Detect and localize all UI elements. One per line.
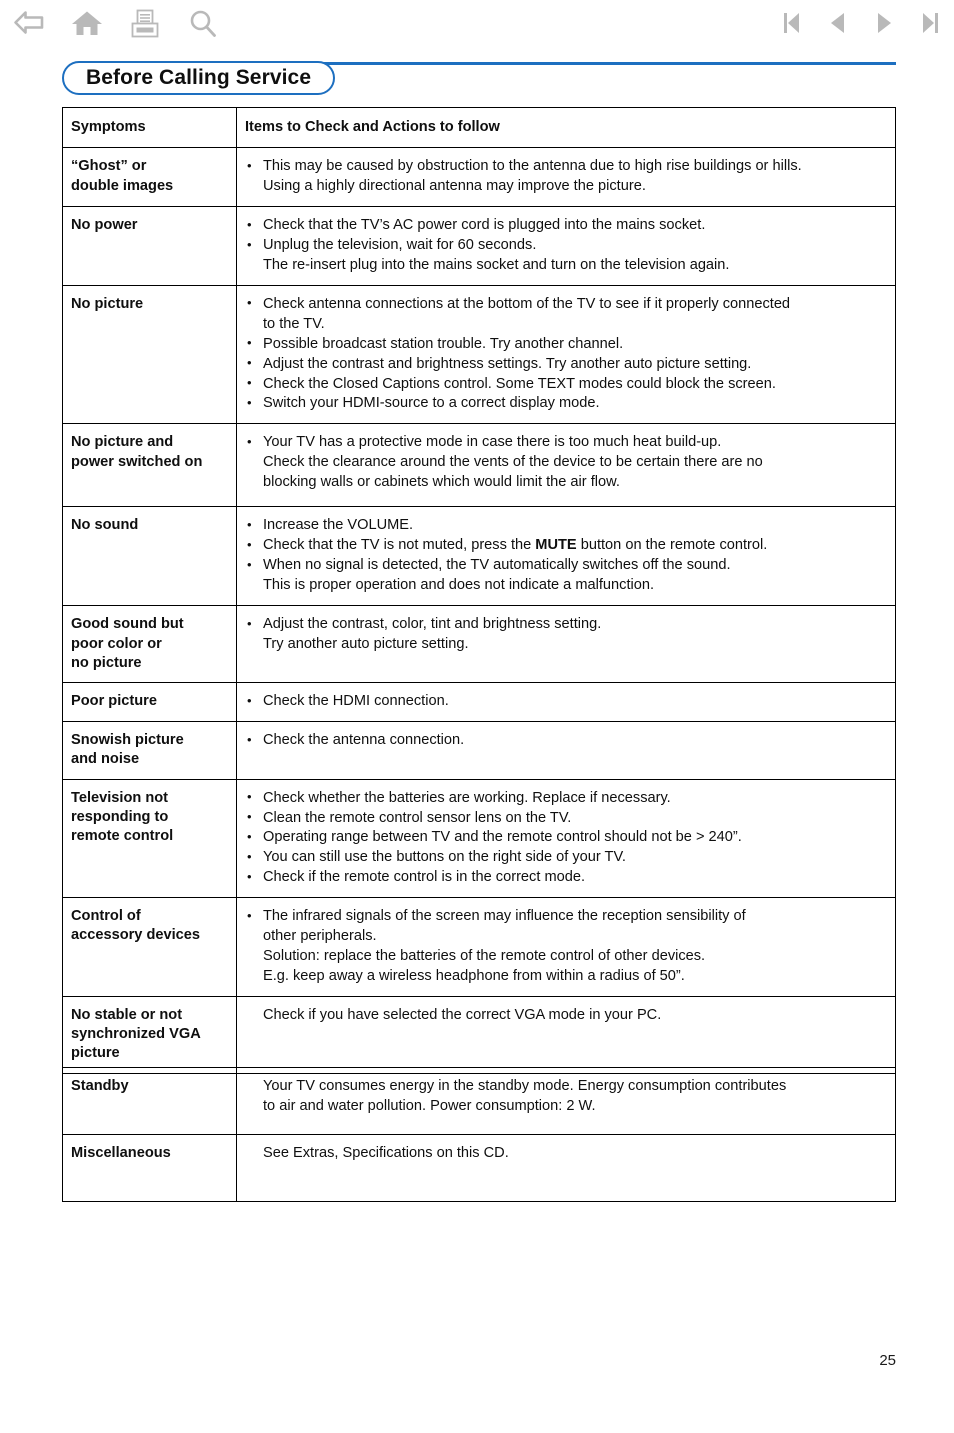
action-item: Increase the VOLUME. xyxy=(245,516,885,535)
action-item: Check the clearance around the vents of … xyxy=(263,454,763,471)
table-row: No soundIncrease the VOLUME.Check that t… xyxy=(63,507,895,607)
symptom-cell: No picture and power switched on xyxy=(63,424,237,507)
action-item: Check the Closed Captions control. Some … xyxy=(245,374,885,394)
table-row: Control ofaccessory devices The infrared … xyxy=(63,898,895,997)
actions-cell: Your TV has a protective mode in case th… xyxy=(237,424,895,506)
actions-cell: Increase the VOLUME.Check that the TV is… xyxy=(237,507,895,605)
action-item: Check the antenna connection. xyxy=(245,731,885,750)
action-item: Check the HDMI connection. xyxy=(245,692,885,711)
actions-cell: Your TV consumes energy in the standby m… xyxy=(237,1068,895,1134)
symptom-cell: Snowish picture and noise xyxy=(63,722,237,779)
actions-cell: Check that the TV’s AC power cord is plu… xyxy=(237,207,895,285)
action-item: The infrared signals of the screen may i… xyxy=(245,907,885,926)
print-icon[interactable] xyxy=(128,8,162,40)
action-item: The re-insert plug into the mains socket… xyxy=(263,257,730,274)
actions-cell: Adjust the contrast, color, tint and bri… xyxy=(237,606,895,682)
next-page-icon[interactable] xyxy=(874,10,894,36)
symptom-cell: No stable or not synchronized VGA picture xyxy=(63,996,237,1073)
action-item: Possible broadcast station trouble. Try … xyxy=(245,334,885,354)
table-row: No picture Check antenna connections at t… xyxy=(63,285,895,425)
action-item: See Extras, Specifications on this CD. xyxy=(263,1145,509,1161)
action-item: Check antenna connections at the bottom … xyxy=(245,294,885,314)
table-row: Standby Your TV consumes energy in the st… xyxy=(63,1068,895,1135)
action-item: This is proper operation and does not in… xyxy=(263,577,655,594)
table-row: Snowish pictureand noise Check the antenn… xyxy=(63,722,895,780)
table-row: Television not responding to remote contro… xyxy=(63,779,895,899)
toolbar xyxy=(0,0,954,56)
table-row: No power Check that the TV’s AC power cor… xyxy=(63,207,895,286)
actions-cell: Check whether the batteries are working.… xyxy=(237,780,895,898)
last-page-icon[interactable] xyxy=(920,10,940,36)
home-icon[interactable] xyxy=(70,9,104,39)
symptom-cell: “Ghost” or double images xyxy=(63,148,237,207)
action-item: Your TV has a protective mode in case th… xyxy=(245,433,885,452)
action-item: blocking walls or cabinets which would l… xyxy=(263,474,620,491)
action-item: Check that the TV’s AC power cord is plu… xyxy=(245,216,885,235)
action-item: Your TV consumes energy in the standby m… xyxy=(263,1078,787,1094)
symptom-cell: No picture xyxy=(63,285,237,424)
page-title: Before Calling Service xyxy=(86,66,312,89)
action-item: to the TV. xyxy=(263,315,325,332)
symptom-cell: Good sound but poor color or no picture xyxy=(63,606,237,683)
table-row: Good sound butpoor color orno picture Adj… xyxy=(63,606,895,684)
symptom-cell: No power xyxy=(63,207,237,285)
action-item: Switch your HDMI-source to a correct dis… xyxy=(245,394,885,413)
symptom-cell: Standby xyxy=(63,1068,237,1134)
search-icon[interactable] xyxy=(186,8,220,40)
column-header-symptoms: Symptoms xyxy=(63,108,237,148)
symptom-cell: Television not responding to remote contro… xyxy=(63,779,237,898)
action-item: Adjust the contrast, color, tint and bri… xyxy=(245,615,885,634)
action-item: Check if you have selected the correct V… xyxy=(263,1006,662,1023)
table-header-row: Symptoms Items to Check and Actions to fo… xyxy=(63,108,895,149)
actions-cell: Check the HDMI connection. xyxy=(237,683,895,721)
action-item: to air and water pollution. Power consum… xyxy=(263,1097,596,1114)
actions-cell: Check the antenna connection. xyxy=(237,722,895,779)
page-title-badge: Before Calling Service xyxy=(62,61,336,95)
emphasized-term: MUTE xyxy=(535,537,577,554)
table-row: No stable or not synchronized VGA picture C… xyxy=(63,996,895,1073)
symptom-cell: Control of accessory devices xyxy=(63,898,237,996)
page-number: 25 xyxy=(879,1352,896,1369)
action-item: When no signal is detected, the TV autom… xyxy=(245,556,885,575)
action-item: Solution: replace the batteries of the r… xyxy=(263,947,706,964)
additional-info-table: Standby Your TV consumes energy in the st… xyxy=(62,1067,896,1202)
action-item: Adjust the contrast and brightness setti… xyxy=(245,354,885,374)
table-row: Poor picture Check the HDMI connection. xyxy=(63,683,895,723)
action-item: You can still use the buttons on the rig… xyxy=(245,848,885,867)
previous-page-icon[interactable] xyxy=(828,10,848,36)
action-item: Try another auto picture setting. xyxy=(263,636,469,653)
toolbar-right-group xyxy=(782,10,940,36)
action-item: Check whether the batteries are working.… xyxy=(245,788,885,808)
action-item: This may be caused by obstruction to the… xyxy=(245,157,885,176)
table-row: No picture andpower switched on Your TV h… xyxy=(63,424,895,508)
column-header-actions: Items to Check and Actions to follow xyxy=(245,119,500,135)
table-row: Miscellaneous See Extras, Specifications … xyxy=(63,1135,895,1201)
action-item: E.g. keep away a wireless headphone from… xyxy=(263,967,685,984)
action-item: Check that the TV is not muted, press th… xyxy=(245,536,885,555)
symptom-cell: Miscellaneous xyxy=(63,1135,237,1201)
action-item: Clean the remote control sensor lens on … xyxy=(245,808,885,828)
actions-cell: Check if you have selected the correct V… xyxy=(237,997,895,1073)
action-item: other peripherals. xyxy=(263,928,377,945)
actions-cell: See Extras, Specifications on this CD. xyxy=(237,1135,895,1201)
action-item: Operating range between TV and the remot… xyxy=(245,828,885,847)
actions-cell: This may be caused by obstruction to the… xyxy=(237,148,895,206)
action-item: Check if the remote control is in the co… xyxy=(245,868,885,887)
symptom-cell: Poor picture xyxy=(63,683,237,722)
page-title-row: Before Calling Service xyxy=(0,58,954,102)
table-row: “Ghost” ordouble images This may be cause… xyxy=(63,148,895,208)
actions-cell: Check antenna connections at the bottom … xyxy=(237,286,895,423)
first-page-icon[interactable] xyxy=(782,10,802,36)
actions-cell: The infrared signals of the screen may i… xyxy=(237,898,895,996)
back-icon[interactable] xyxy=(12,9,46,39)
action-item: Using a highly directional antenna may i… xyxy=(263,178,646,195)
troubleshooting-table: Symptoms Items to Check and Actions to fo… xyxy=(62,107,896,1074)
action-item: Unplug the television, wait for 60 secon… xyxy=(245,236,885,255)
symptom-cell: No sound xyxy=(63,507,237,606)
toolbar-left-group xyxy=(12,8,220,40)
